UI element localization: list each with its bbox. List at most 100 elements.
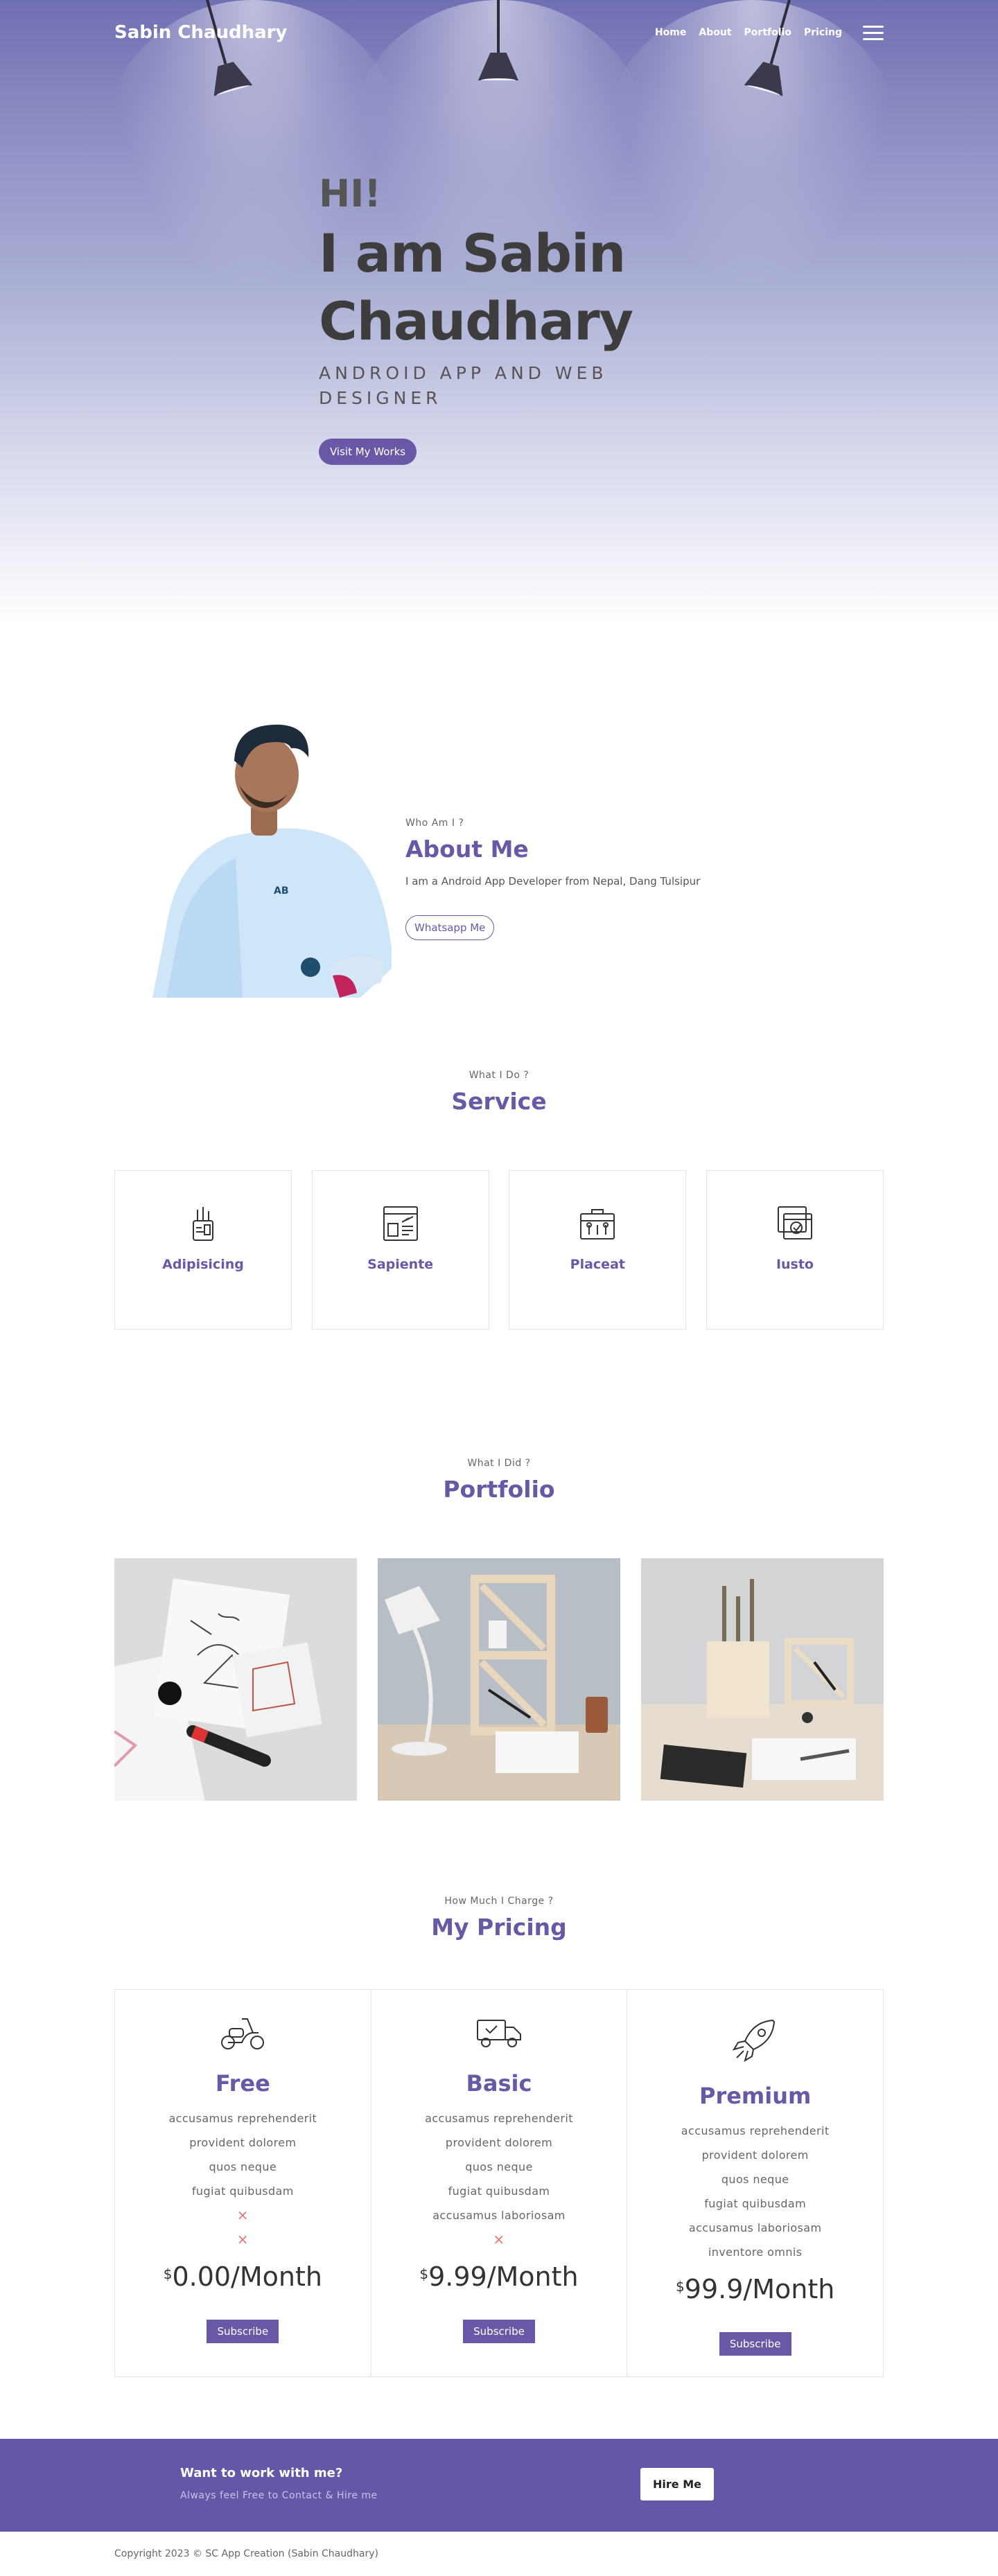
plan-feature: accusamus reprehenderit (681, 2124, 830, 2137)
nav-link-pricing[interactable]: Pricing (804, 27, 842, 38)
plan-price: $99.9/Month (627, 2274, 883, 2304)
nav-link-portfolio[interactable]: Portfolio (744, 27, 791, 38)
portfolio-image[interactable] (378, 1558, 620, 1801)
plan-feature: fugiat quibusdam (191, 2185, 294, 2198)
service-heading: What I Do ? Service (114, 1070, 884, 1115)
plan-feature: accusamus laboriosam (688, 2221, 822, 2234)
plan-price-value: 0.00/Month (172, 2261, 322, 2292)
hire-me-button[interactable]: Hire Me (640, 2468, 714, 2500)
hero-text: HI! I am Sabin Chaudhary ANDROID APP AND… (319, 172, 645, 465)
service-section: What I Do ? Service Adipisicing Sapiente (0, 1067, 998, 1455)
plan-feature: inventore omnis (708, 2246, 803, 2259)
footer: Copyright 2023 © SC App Creation (Sabin … (0, 2532, 998, 2576)
plan-name: Premium (699, 2083, 812, 2109)
plan-feature: accusamus reprehenderit (168, 2112, 317, 2125)
spotlight-glow (603, 0, 901, 291)
about-title: About Me (405, 836, 529, 863)
plan-premium: Premium accusamus reprehenderit providen… (627, 1990, 883, 2376)
plan-feature: quos neque (721, 2173, 789, 2186)
subscribe-button[interactable]: Subscribe (719, 2332, 791, 2356)
plan-feature: fugiat quibusdam (704, 2197, 807, 2210)
toolbox-icon (580, 1209, 615, 1240)
pricing-plans: Free accusamus reprehenderit provident d… (114, 1989, 884, 2377)
plan-price-value: 99.9/Month (684, 2274, 835, 2304)
portfolio-image[interactable] (641, 1558, 884, 1801)
profile-photo: AB (152, 724, 392, 998)
subscribe-button[interactable]: Subscribe (207, 2320, 279, 2343)
excluded-icon: × (493, 2231, 505, 2248)
service-card[interactable]: Adipisicing (114, 1170, 292, 1330)
plan-free: Free accusamus reprehenderit provident d… (115, 1990, 371, 2376)
pricing-title: My Pricing (431, 1914, 567, 1941)
plan-name: Basic (466, 2070, 532, 2097)
service-card[interactable]: Placeat (509, 1170, 687, 1330)
service-title: Service (451, 1088, 547, 1115)
about-description: I am a Android App Developer from Nepal,… (405, 875, 701, 888)
portfolio-heading: What I Did ? Portfolio (114, 1458, 884, 1503)
service-card[interactable]: Iusto (706, 1170, 884, 1330)
hero-name-line1: I am Sabin (319, 222, 626, 284)
plan-feature: provident dolorem (445, 2136, 553, 2149)
brand-logo[interactable]: Sabin Chaudhary (114, 22, 287, 43)
service-card-title: Sapiente (367, 1257, 434, 1272)
plan-feature: accusamus laboriosam (432, 2209, 566, 2222)
rocket-icon (732, 2019, 775, 2063)
stationery-cup-icon (193, 1207, 213, 1241)
currency-symbol: $ (419, 2266, 429, 2282)
hero-role: ANDROID APP AND WEB DESIGNER (319, 363, 608, 408)
visit-works-button[interactable]: Visit My Works (319, 439, 417, 465)
nav-menu: Home About Portfolio Pricing (642, 25, 884, 40)
currency-symbol: $ (676, 2278, 685, 2295)
portfolio-section: What I Did ? Portfolio (0, 1455, 998, 1893)
plan-feature: accusamus reprehenderit (425, 2112, 573, 2125)
service-card[interactable]: Sapiente (311, 1170, 489, 1330)
plan-feature: fugiat quibusdam (448, 2185, 550, 2198)
plan-price: $0.00/Month (115, 2261, 371, 2292)
portfolio-eyebrow: What I Did ? (467, 1458, 531, 1469)
plan-name: Free (215, 2070, 270, 2097)
image-windows-icon (777, 1206, 812, 1240)
pricing-eyebrow: How Much I Charge ? (444, 1896, 554, 1907)
portfolio-image[interactable] (114, 1558, 357, 1801)
plan-features: accusamus reprehenderit provident dolore… (115, 2106, 371, 2252)
scooter-icon (221, 2018, 265, 2049)
top-nav: Sabin Chaudhary Home About Portfolio Pri… (114, 22, 884, 43)
hero-section: Sabin Chaudhary Home About Portfolio Pri… (0, 0, 998, 624)
web-design-icon (383, 1206, 418, 1241)
hero-name: I am Sabin Chaudhary (319, 220, 645, 355)
whatsapp-button[interactable]: Whatsapp Me (405, 915, 495, 940)
plan-features: accusamus reprehenderit provident dolore… (627, 2119, 883, 2264)
plan-feature: quos neque (465, 2160, 533, 2173)
service-card-title: Placeat (570, 1257, 625, 1272)
plan-price: $9.99/Month (371, 2261, 627, 2292)
currency-symbol: $ (163, 2266, 173, 2282)
cta-subtext: Always feel Free to Contact & Hire me (180, 2490, 378, 2501)
pricing-heading: How Much I Charge ? My Pricing (114, 1896, 884, 1941)
plan-features: accusamus reprehenderit provident dolore… (371, 2106, 627, 2252)
copyright-text: Copyright 2023 © SC App Creation (Sabin … (114, 2548, 378, 2559)
plan-price-value: 9.99/Month (428, 2261, 579, 2292)
hamburger-icon[interactable] (863, 25, 884, 40)
service-eyebrow: What I Do ? (469, 1070, 529, 1081)
plan-feature: quos neque (209, 2160, 277, 2173)
cta-question: Want to work with me? (180, 2466, 343, 2480)
hero-greeting: HI! (319, 172, 381, 215)
about-eyebrow: Who Am I ? (405, 818, 464, 829)
hire-cta-band: Want to work with me? Always feel Free t… (0, 2439, 998, 2532)
delivery-truck-icon (477, 2020, 521, 2047)
svg-text:AB: AB (274, 885, 289, 897)
subscribe-button[interactable]: Subscribe (463, 2320, 535, 2343)
nav-link-home[interactable]: Home (655, 27, 686, 38)
pricing-section: How Much I Charge ? My Pricing Free accu… (0, 1893, 998, 2439)
excluded-icon: × (236, 2207, 249, 2223)
nav-link-about[interactable]: About (699, 27, 731, 38)
hero-name-line2: Chaudhary (319, 290, 633, 352)
portfolio-title: Portfolio (443, 1476, 555, 1503)
portfolio-gallery (114, 1558, 884, 1801)
service-cards: Adipisicing Sapiente Placeat Iusto (114, 1170, 884, 1330)
about-section: AB Who Am I ? About Me I am a Android Ap… (0, 624, 998, 1067)
service-card-title: Adipisicing (162, 1257, 244, 1272)
excluded-icon: × (236, 2231, 249, 2248)
service-card-title: Iusto (776, 1257, 814, 1272)
plan-basic: Basic accusamus reprehenderit provident … (370, 1990, 627, 2376)
